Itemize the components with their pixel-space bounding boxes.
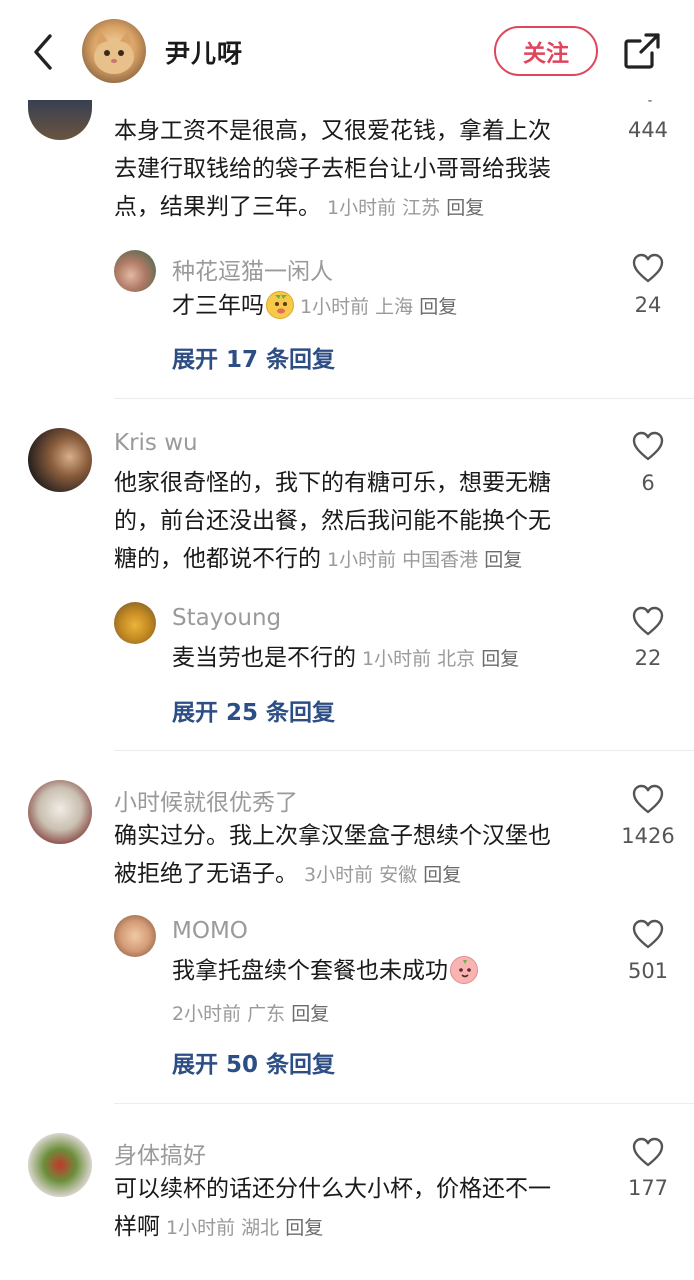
- reply-button[interactable]: 回复: [285, 1217, 323, 1239]
- top-bar: 尹儿呀 关注: [0, 0, 694, 100]
- heart-outline-icon[interactable]: [632, 253, 664, 283]
- reply-avatar[interactable]: [114, 915, 156, 957]
- author-name[interactable]: 尹儿呀: [165, 34, 243, 70]
- reply-button[interactable]: 回复: [481, 648, 519, 670]
- reply-avatar[interactable]: [114, 602, 156, 644]
- like-count: 177: [627, 1176, 669, 1200]
- author-avatar[interactable]: [82, 19, 146, 83]
- share-icon[interactable]: [622, 31, 662, 71]
- like-count: 6: [641, 471, 655, 495]
- like-count: 444: [627, 118, 669, 142]
- comment-text: 可以续杯的话还分什么大小杯，价格还不一 样啊 1小时前 湖北 回复: [114, 1176, 551, 1240]
- comment-text: 本身工资不是很高，又很爱花钱，拿着上次 去建行取钱给的袋子去柜台让小哥哥给我装 …: [114, 118, 551, 220]
- reply-button[interactable]: 回复: [446, 197, 484, 219]
- commenter-username[interactable]: Kris wu: [114, 430, 198, 456]
- reply-username[interactable]: MOMO: [172, 918, 248, 944]
- like-count: 24: [634, 293, 662, 317]
- back-arrow-icon[interactable]: [28, 30, 60, 74]
- expand-replies-link[interactable]: 展开 50 条回复: [172, 1045, 335, 1079]
- emoji-icon: [450, 956, 478, 984]
- commenter-avatar[interactable]: [28, 1133, 92, 1197]
- follow-button[interactable]: 关注: [494, 26, 598, 76]
- reply-avatar[interactable]: [114, 250, 156, 292]
- heart-outline-icon[interactable]: [632, 919, 664, 949]
- divider: [114, 398, 694, 399]
- emoji-icon: [266, 291, 294, 319]
- heart-outline-icon[interactable]: [632, 606, 664, 636]
- commenter-avatar[interactable]: [28, 428, 92, 492]
- reply-text: 麦当劳也是不行的 1小时前 北京 回复: [172, 645, 520, 671]
- like-count: 22: [634, 646, 662, 670]
- divider: [114, 1103, 694, 1104]
- reply-button[interactable]: 回复: [423, 864, 461, 886]
- commenter-username[interactable]: 小时候就很优秀了: [114, 783, 298, 817]
- commenter-username[interactable]: 身体搞好: [114, 1136, 206, 1170]
- heart-outline-icon[interactable]: [632, 431, 664, 461]
- reply-username[interactable]: 种花逗猫一闲人: [172, 252, 333, 286]
- reply-button[interactable]: 回复: [291, 1003, 329, 1025]
- divider: [114, 750, 694, 751]
- expand-replies-link[interactable]: 展开 25 条回复: [172, 693, 335, 727]
- like-count: 1426: [621, 824, 675, 848]
- comment-text: 确实过分。我上次拿汉堡盒子想续个汉堡也 被拒绝了无语子。 3小时前 安徽 回复: [114, 823, 551, 887]
- heart-outline-icon[interactable]: [632, 784, 664, 814]
- expand-replies-link[interactable]: 展开 17 条回复: [172, 340, 335, 374]
- reply-text: 我拿托盘续个套餐也未成功: [172, 952, 612, 990]
- like-count: 501: [627, 959, 669, 983]
- reply-username[interactable]: Stayoung: [172, 605, 281, 631]
- reply-meta: 2小时前 广东 回复: [172, 1003, 330, 1025]
- commenter-avatar[interactable]: [28, 780, 92, 844]
- reply-text: 才三年吗 1小时前 上海 回复: [172, 291, 458, 319]
- heart-outline-icon[interactable]: [632, 1137, 664, 1167]
- comment-text: 他家很奇怪的，我下的有糖可乐，想要无糖 的，前台还没出餐，然后我问能不能换个无 …: [114, 470, 551, 572]
- reply-button[interactable]: 回复: [484, 549, 522, 571]
- reply-button[interactable]: 回复: [419, 296, 457, 318]
